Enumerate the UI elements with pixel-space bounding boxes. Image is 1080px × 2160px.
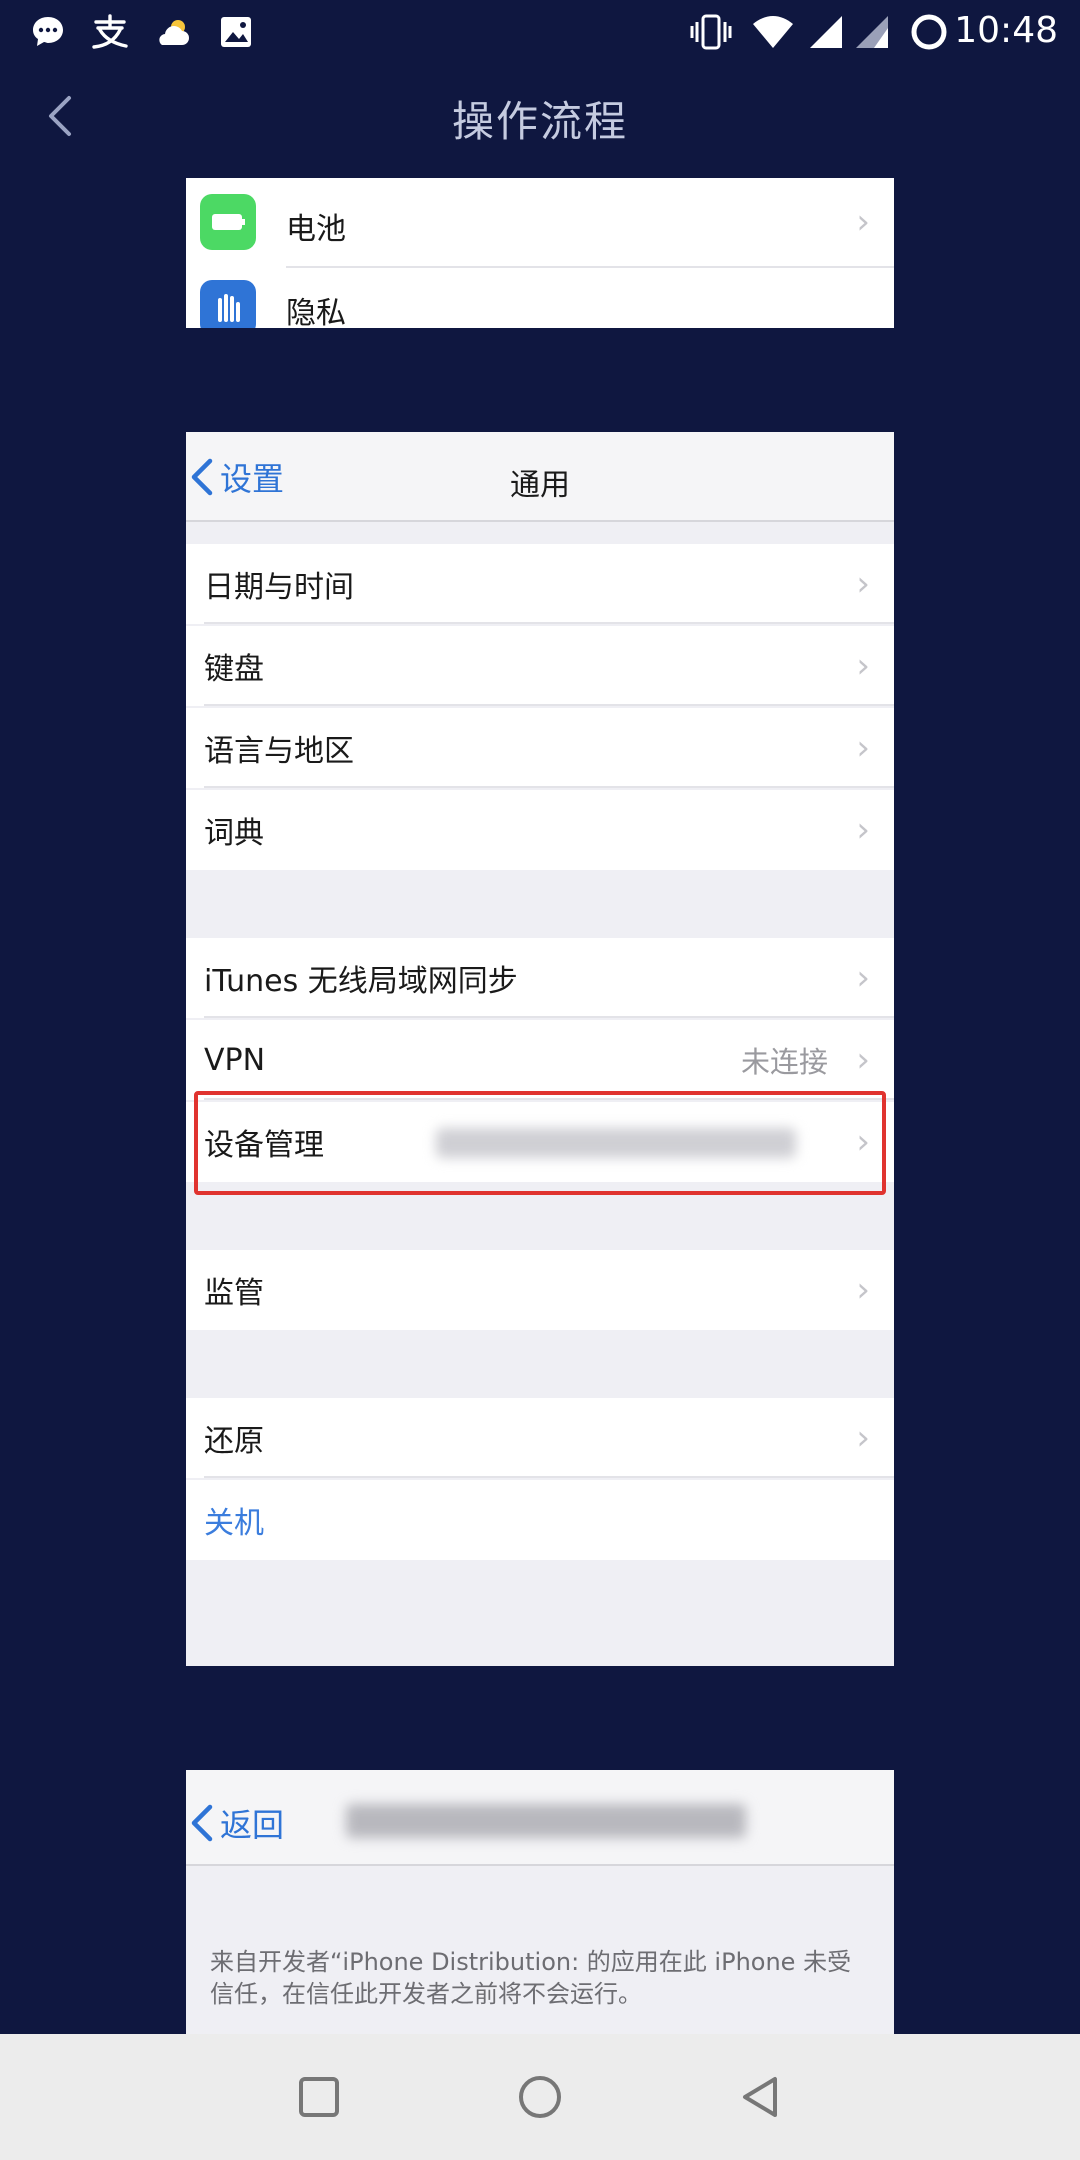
row-label: 电池 <box>286 212 346 247</box>
back-nav-button[interactable] <box>726 2062 796 2132</box>
weather-icon <box>150 12 194 52</box>
settings-row-reset[interactable]: 还原 › <box>186 1398 894 1478</box>
settings-row-dictionary[interactable]: 词典 › <box>186 790 894 870</box>
chevron-right-icon: › <box>856 564 870 604</box>
chevron-right-icon: › <box>856 1418 870 1458</box>
battery-icon <box>200 194 256 250</box>
settings-row-itunes-sync[interactable]: iTunes 无线局域网同步 › <box>186 938 894 1018</box>
screenshot-step-1: 电池 › 隐私 <box>186 178 894 328</box>
vpn-status: 未连接 <box>740 1045 828 1079</box>
alipay-icon <box>88 12 132 52</box>
settings-row-date-time[interactable]: 日期与时间 › <box>186 544 894 624</box>
settings-row-language[interactable]: 语言与地区 › <box>186 708 894 788</box>
settings-row-keyboard[interactable]: 键盘 › <box>186 626 894 706</box>
blurred-developer-title <box>346 1804 746 1838</box>
row-label: 隐私 <box>286 296 346 328</box>
chevron-right-icon: › <box>856 646 870 686</box>
screenshot-step-2: 设置 通用 日期与时间 › 键盘 › 语言与地区 › 词典 › iTunes 无线局域网… <box>186 432 894 1666</box>
screenshot-step-3: 返回 来自开发者“iPhone Distribution: 的应用在此 iPho… <box>186 1770 894 2034</box>
ios-nav-bar: 设置 通用 <box>186 432 894 522</box>
status-time: 10:48 <box>954 10 1058 51</box>
recents-button[interactable] <box>284 2062 354 2132</box>
square-icon <box>299 2077 339 2117</box>
ios-nav-bar: 返回 <box>186 1770 894 1866</box>
wifi-icon <box>750 12 796 52</box>
page-title: 操作流程 <box>451 97 628 146</box>
settings-row-supervision[interactable]: 监管 › <box>186 1250 894 1330</box>
settings-row-shutdown[interactable]: 关机 <box>186 1480 894 1560</box>
list-item: 电池 › <box>186 178 894 268</box>
chevron-right-icon: › <box>856 202 870 242</box>
vibrate-icon <box>688 12 734 52</box>
highlight-box <box>194 1091 886 1195</box>
chevron-right-icon: › <box>856 1270 870 1310</box>
home-button[interactable] <box>505 2062 575 2132</box>
ios-back-link[interactable]: 返回 <box>190 1800 284 1846</box>
list-item: 隐私 <box>186 270 894 328</box>
signal-icon-2 <box>852 12 892 52</box>
ios-nav-title: 通用 <box>510 468 570 503</box>
chevron-right-icon: › <box>856 728 870 768</box>
privacy-hand-icon <box>200 280 256 328</box>
image-icon <box>214 12 258 52</box>
settings-row-vpn[interactable]: VPN 未连接 › <box>186 1020 894 1100</box>
system-nav-bar <box>0 2034 1080 2160</box>
app-bar: 操作流程 <box>0 64 1080 174</box>
circle-icon <box>519 2076 561 2118</box>
battery-ring-icon <box>908 12 950 52</box>
chevron-right-icon: › <box>856 810 870 850</box>
untrusted-developer-notice: 来自开发者“iPhone Distribution: 的应用在此 iPhone … <box>210 1948 852 2008</box>
chevron-right-icon: › <box>856 1040 870 1080</box>
status-bar: 10:48 <box>0 0 1080 64</box>
triangle-back-icon <box>743 2077 777 2117</box>
chevron-right-icon: › <box>856 958 870 998</box>
message-icon <box>26 12 70 52</box>
signal-icon <box>806 12 846 52</box>
chevron-left-icon <box>191 1804 213 1842</box>
